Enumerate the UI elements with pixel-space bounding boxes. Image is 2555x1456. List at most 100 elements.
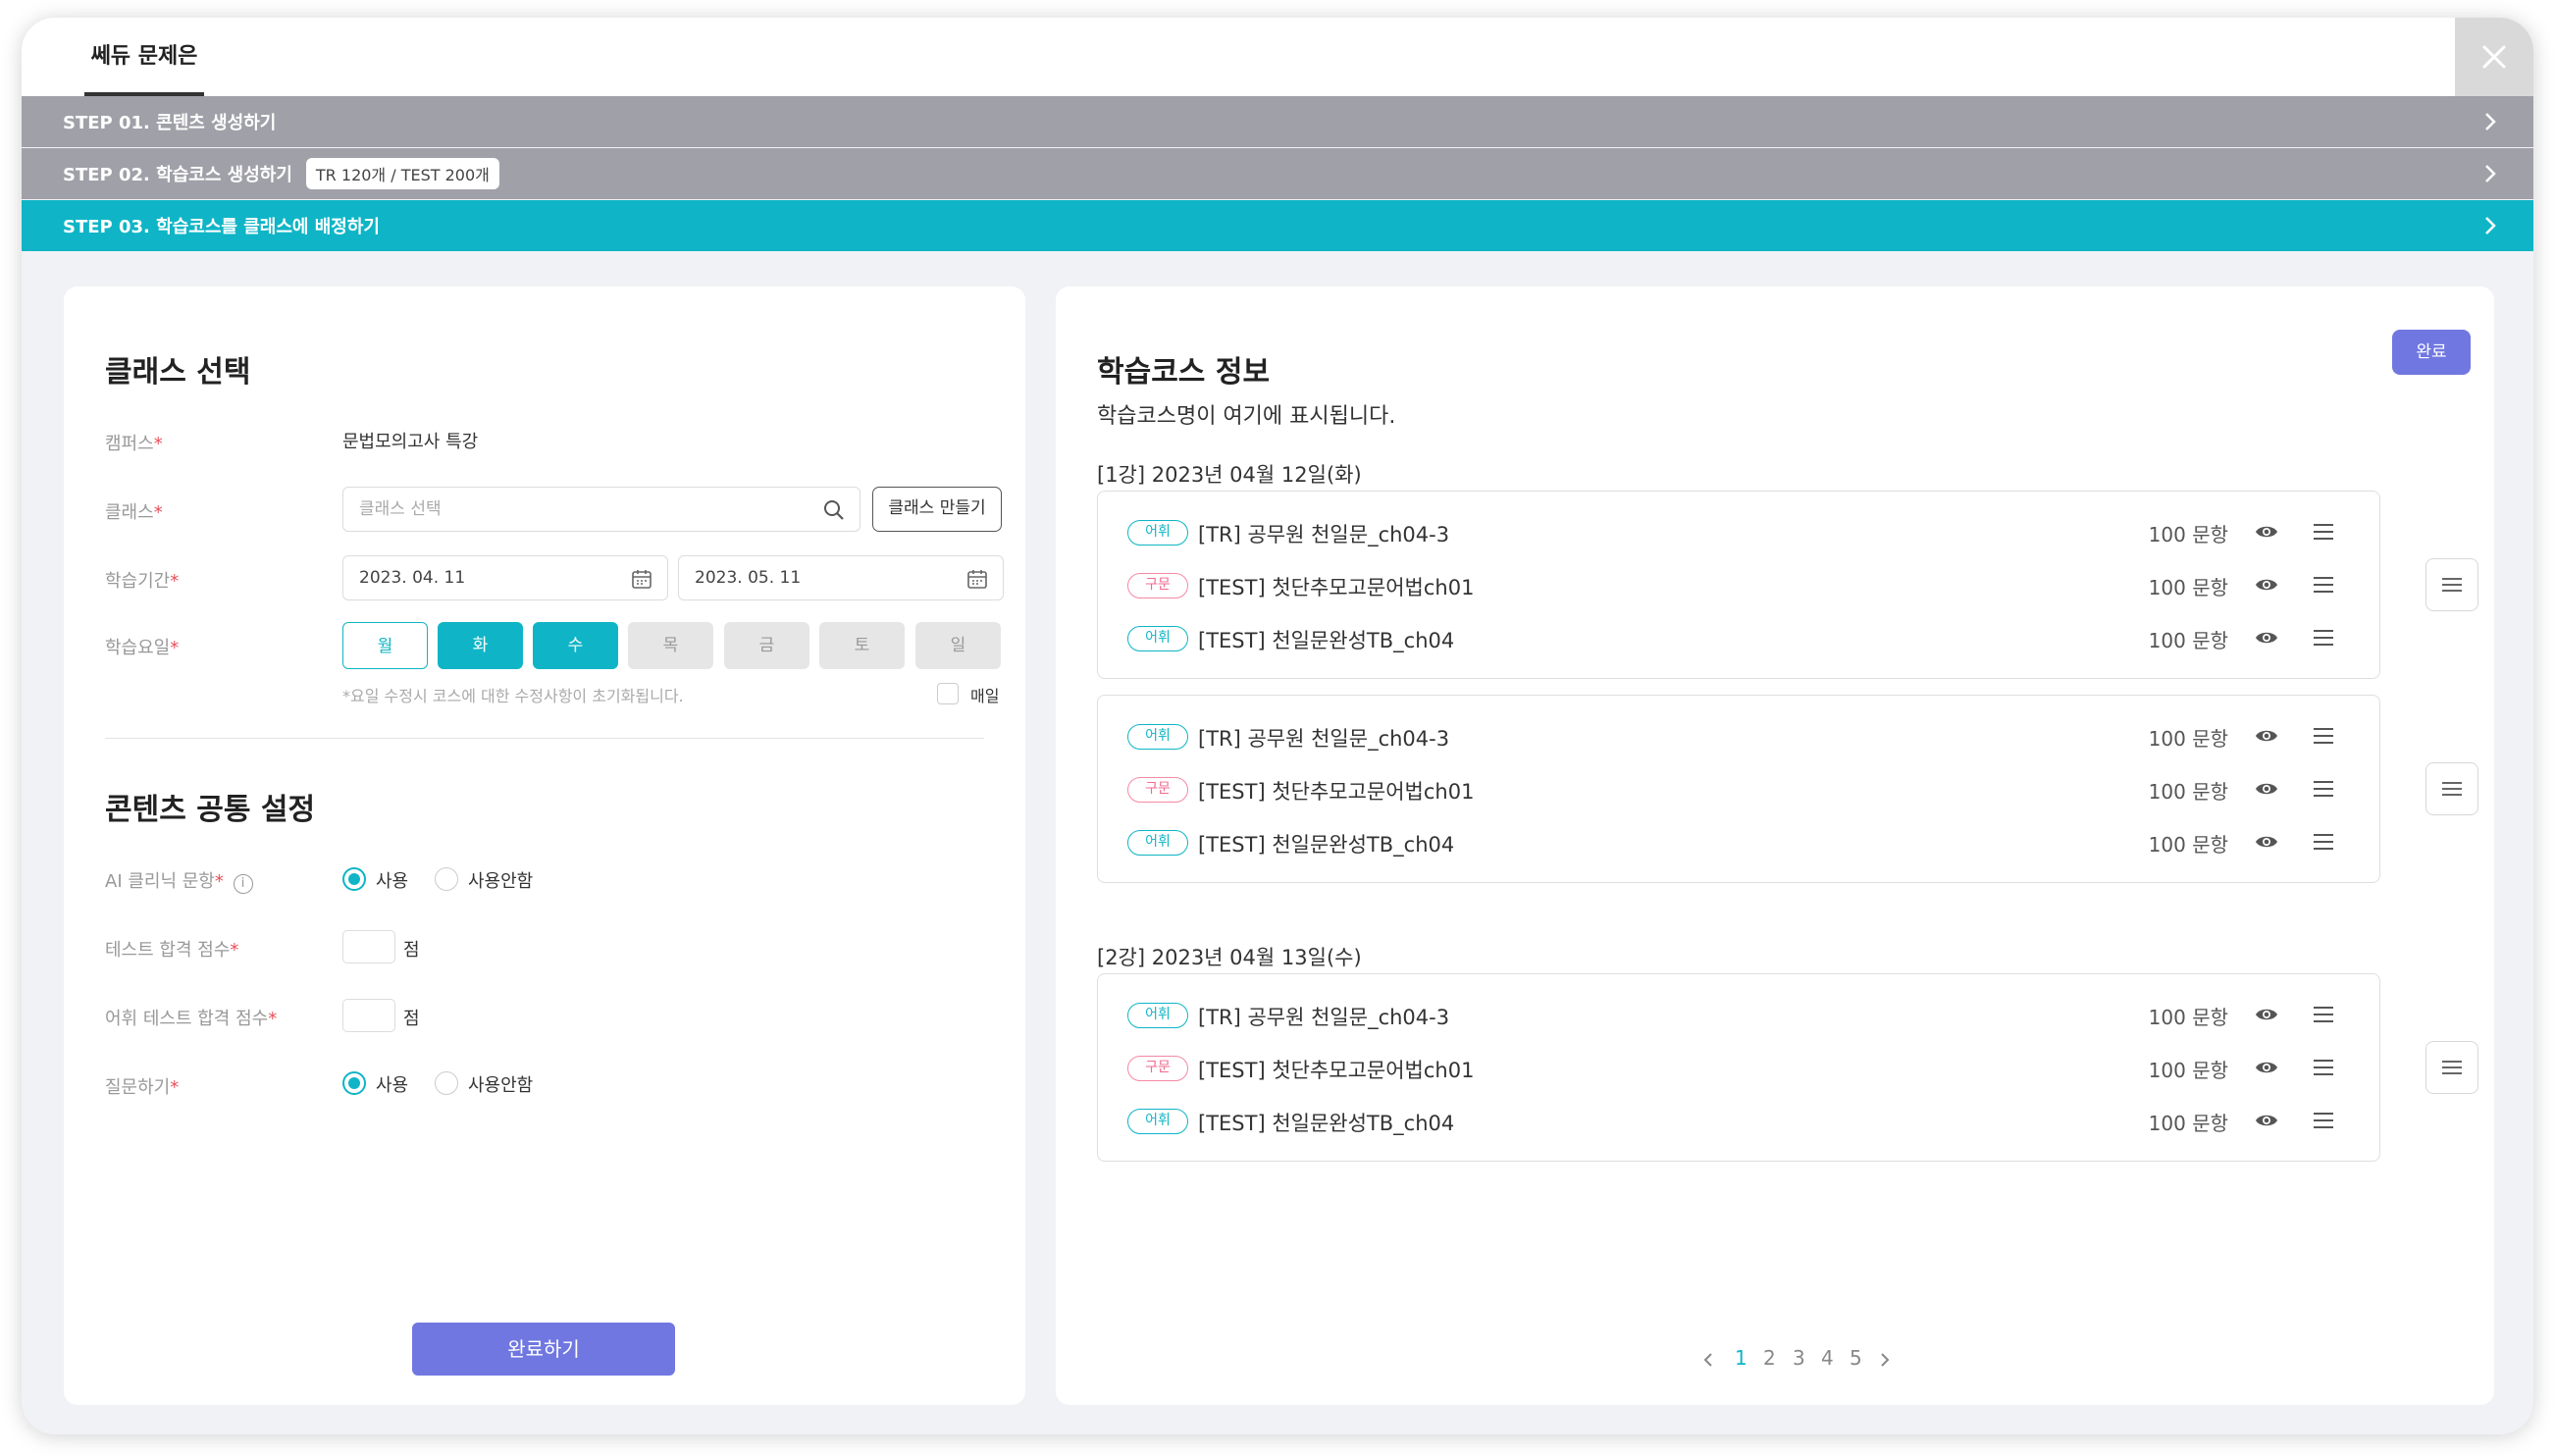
- period-start-input[interactable]: 2023. 04. 11: [342, 555, 668, 600]
- everyday-checkbox[interactable]: [937, 683, 959, 704]
- calendar-icon[interactable]: [965, 567, 989, 591]
- submit-button[interactable]: 완료하기: [412, 1323, 675, 1376]
- page-4[interactable]: 4: [1821, 1346, 1834, 1370]
- chevron-right-icon[interactable]: [1880, 1352, 1890, 1368]
- eye-icon[interactable]: [2255, 833, 2278, 851]
- period-end-value: 2023. 05. 11: [695, 568, 802, 588]
- course-row[interactable]: 구문 [TEST] 첫단추모고문어법ch01 100 문항: [1098, 764, 2379, 815]
- menu-icon[interactable]: [2313, 1059, 2334, 1076]
- app-tab[interactable]: 쎄듀 문제은행: [84, 18, 204, 147]
- course-group: 어휘 [TR] 공무원 천일문_ch04-3 100 문항 구문 [TEST] …: [1097, 491, 2380, 679]
- day-fri[interactable]: 금: [724, 622, 809, 669]
- vocab-test-pass-input[interactable]: [342, 999, 395, 1032]
- eye-icon[interactable]: [2255, 727, 2278, 745]
- row-count: 100 문항: [2148, 523, 2228, 546]
- step-02-count-badge: TR 120개 / TEST 200개: [305, 158, 499, 189]
- eye-icon[interactable]: [2255, 1059, 2278, 1076]
- eye-icon[interactable]: [2255, 576, 2278, 594]
- question-use-label: 사용: [376, 1075, 409, 1096]
- page-1[interactable]: 1: [1735, 1346, 1747, 1370]
- page-3[interactable]: 3: [1793, 1346, 1805, 1370]
- modal-header: 쎄듀 문제은행: [22, 18, 2533, 147]
- tag-badge: 구문: [1127, 1056, 1188, 1081]
- menu-icon[interactable]: [2313, 833, 2334, 851]
- ai-clinic-no-use-radio[interactable]: [435, 867, 458, 891]
- step-03[interactable]: STEP 03. 학습코스를 클래스에 배정하기: [22, 200, 2533, 251]
- menu-icon[interactable]: [2313, 523, 2334, 541]
- menu-icon[interactable]: [2313, 1006, 2334, 1023]
- class-select-title: 클래스 선택: [105, 355, 251, 390]
- eye-icon[interactable]: [2255, 523, 2278, 541]
- question-no-use-radio[interactable]: [435, 1071, 458, 1095]
- menu-icon[interactable]: [2313, 576, 2334, 594]
- question-use-radio[interactable]: [342, 1071, 366, 1095]
- modal: 쎄듀 문제은행 STEP 01. 콘텐츠 생성하기 STEP 02. 학습코스 …: [22, 18, 2533, 1434]
- test-pass-input[interactable]: [342, 930, 395, 963]
- course-row[interactable]: 구문 [TEST] 첫단추모고문어법ch01 100 문항: [1098, 1043, 2379, 1094]
- tag-badge: 어휘: [1127, 830, 1188, 856]
- lesson-title-2: [2강] 2023년 04월 13일(수): [1097, 946, 1362, 969]
- info-icon[interactable]: i: [233, 874, 253, 894]
- row-count: 100 문항: [2148, 629, 2228, 652]
- course-group: 어휘 [TR] 공무원 천일문_ch04-3 100 문항 구문 [TEST] …: [1097, 695, 2380, 883]
- page-5[interactable]: 5: [1850, 1346, 1862, 1370]
- calendar-icon[interactable]: [630, 567, 653, 591]
- group-drag-handle[interactable]: [2425, 558, 2478, 611]
- course-row[interactable]: 어휘 [TR] 공무원 천일문_ch04-3 100 문항: [1098, 990, 2379, 1041]
- step-02[interactable]: STEP 02. 학습코스 생성하기 TR 120개 / TEST 200개: [22, 148, 2533, 199]
- eye-icon[interactable]: [2255, 629, 2278, 647]
- menu-icon[interactable]: [2313, 727, 2334, 745]
- row-title: [TEST] 천일문완성TB_ch04: [1198, 629, 1455, 652]
- course-row[interactable]: 어휘 [TEST] 천일문완성TB_ch04 100 문항: [1098, 613, 2379, 664]
- menu-icon[interactable]: [2313, 629, 2334, 647]
- tag-badge: 어휘: [1127, 520, 1188, 546]
- day-mon[interactable]: 월: [342, 622, 428, 669]
- create-class-button[interactable]: 클래스 만들기: [872, 487, 1002, 532]
- day-sun[interactable]: 일: [915, 622, 1001, 669]
- menu-icon[interactable]: [2313, 1112, 2334, 1129]
- tag-badge: 어휘: [1127, 724, 1188, 750]
- days-note: *요일 수정시 코스에 대한 수정사항이 초기화됩니다.: [342, 687, 684, 705]
- ai-clinic-use-label: 사용: [376, 871, 409, 892]
- row-title: [TR] 공무원 천일문_ch04-3: [1198, 523, 1450, 546]
- day-thu[interactable]: 목: [628, 622, 713, 669]
- course-row[interactable]: 어휘 [TR] 공무원 천일문_ch04-3 100 문항: [1098, 507, 2379, 558]
- test-pass-label: 테스트 합격 점수*: [105, 940, 239, 961]
- page-2[interactable]: 2: [1763, 1346, 1776, 1370]
- group-drag-handle[interactable]: [2425, 762, 2478, 815]
- class-label: 클래스*: [105, 502, 163, 523]
- row-title: [TR] 공무원 천일문_ch04-3: [1198, 727, 1450, 751]
- row-title: [TEST] 첫단추모고문어법ch01: [1198, 780, 1475, 804]
- eye-icon[interactable]: [2255, 780, 2278, 798]
- close-icon: [2482, 45, 2506, 69]
- day-wed[interactable]: 수: [533, 622, 618, 669]
- ai-clinic-no-use-label: 사용안함: [468, 871, 534, 892]
- row-title: [TEST] 천일문완성TB_ch04: [1198, 1112, 1455, 1135]
- step-01[interactable]: STEP 01. 콘텐츠 생성하기: [22, 96, 2533, 147]
- eye-icon[interactable]: [2255, 1006, 2278, 1023]
- question-no-use-label: 사용안함: [468, 1075, 534, 1096]
- day-sat[interactable]: 토: [819, 622, 905, 669]
- course-row[interactable]: 어휘 [TR] 공무원 천일문_ch04-3 100 문항: [1098, 711, 2379, 762]
- class-search-input[interactable]: 클래스 선택: [342, 487, 860, 532]
- course-row[interactable]: 구문 [TEST] 첫단추모고문어법ch01 100 문항: [1098, 560, 2379, 611]
- menu-icon[interactable]: [2313, 780, 2334, 798]
- common-settings-title: 콘텐츠 공통 설정: [105, 793, 316, 827]
- period-end-input[interactable]: 2023. 05. 11: [678, 555, 1004, 600]
- chevron-left-icon[interactable]: [1703, 1352, 1713, 1368]
- row-title: [TR] 공무원 천일문_ch04-3: [1198, 1006, 1450, 1029]
- eye-icon[interactable]: [2255, 1112, 2278, 1129]
- done-button[interactable]: 완료: [2392, 330, 2471, 375]
- day-tue[interactable]: 화: [438, 622, 523, 669]
- menu-icon: [2442, 782, 2462, 796]
- course-row[interactable]: 어휘 [TEST] 천일문완성TB_ch04 100 문항: [1098, 817, 2379, 868]
- vocab-test-pass-unit: 점: [403, 1009, 420, 1029]
- course-row[interactable]: 어휘 [TEST] 천일문완성TB_ch04 100 문항: [1098, 1096, 2379, 1147]
- close-button[interactable]: [2455, 18, 2533, 96]
- tag-badge: 구문: [1127, 573, 1188, 598]
- ai-clinic-use-radio[interactable]: [342, 867, 366, 891]
- course-name: 학습코스명이 여기에 표시됩니다.: [1097, 404, 1396, 429]
- ai-clinic-label: AI 클리닉 문항* i: [105, 867, 253, 894]
- search-icon: [824, 500, 844, 520]
- group-drag-handle[interactable]: [2425, 1041, 2478, 1094]
